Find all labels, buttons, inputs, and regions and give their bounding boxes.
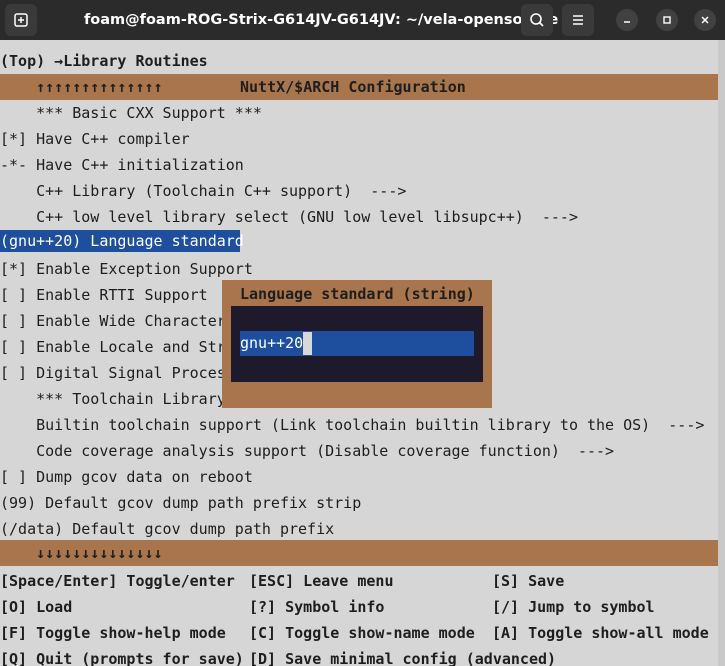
key-help: [D] Save minimal config (advanced) [249,650,557,666]
key-help: [Q] Quit (prompts for save) [0,650,244,666]
close-button[interactable] [694,9,716,31]
menu-item[interactable]: [ ] Digital Signal Proces [0,360,226,386]
menu-item[interactable]: -*- Have C++ initialization [0,152,244,178]
key-help: [A] Toggle show-all mode [492,624,709,642]
menu-item: *** Basic CXX Support *** [0,104,262,122]
dialog-title: Language standard (string) [240,285,475,303]
new-tab-icon [14,13,28,27]
menu-item[interactable]: [ ] Dump gcov data on reboot [0,464,253,490]
scrollbar[interactable] [718,40,725,666]
key-help: [F] Toggle show-help mode [0,624,226,642]
menu-item[interactable]: (99) Default gcov dump path prefix strip [0,490,361,516]
maximize-icon [663,16,671,24]
menu-item-selected[interactable]: (gnu++20) Language standard [0,228,244,254]
menu-item[interactable]: C++ Library (Toolchain C++ support) ---> [0,178,406,204]
dialog-input-value[interactable]: gnu++20 [240,331,303,356]
menu-item[interactable]: Code coverage analysis support (Disable … [0,438,614,464]
minimize-icon [624,21,630,23]
maximize-button[interactable] [656,9,678,31]
menu-item[interactable]: (/data) Default gcov dump path prefix [0,516,334,542]
scroll-up-indicator: ↑↑↑↑↑↑↑↑↑↑↑↑↑↑ [36,78,163,96]
text-cursor [303,332,312,355]
menu-item[interactable]: [ ] Enable Wide Character [0,308,226,334]
menu-item[interactable]: [ ] Enable RTTI Support [0,282,208,308]
window-title: foam@foam-ROG-Strix-G614JV-G614JV: ~/vel… [84,12,559,28]
key-help: [Space/Enter] Toggle/enter [0,572,235,590]
key-help: [?] Symbol info [249,598,385,616]
menu-item[interactable]: C++ low level library select (GNU low le… [0,204,578,230]
window-titlebar: foam@foam-ROG-Strix-G614JV-G614JV: ~/vel… [0,0,725,40]
hamburger-menu-icon [573,15,583,25]
close-icon [701,16,709,24]
key-help: [O] Load [0,598,73,616]
search-icon [530,13,544,27]
menu-button[interactable] [562,4,594,36]
key-help: [/] Jump to symbol [492,598,655,616]
breadcrumb: (Top) →Library Routines [0,52,208,70]
menu-item[interactable]: [ ] Enable Locale and Str [0,334,226,360]
scroll-down-indicator: ↓↓↓↓↓↓↓↓↓↓↓↓↓↓ [36,544,163,562]
key-help: [S] Save [492,572,565,590]
key-help: [ESC] Leave menu [249,572,394,590]
config-title: NuttX/$ARCH Configuration [240,78,466,96]
menu-item: *** Toolchain Library [0,390,226,408]
search-button[interactable] [521,4,553,36]
new-tab-button[interactable] [5,4,37,36]
menu-item[interactable]: [*] Have C++ compiler [0,126,190,152]
key-help: [C] Toggle show-name mode [249,624,475,642]
minimize-button[interactable] [616,9,638,31]
menu-item[interactable]: [*] Enable Exception Support [0,256,253,282]
menu-item[interactable]: Builtin toolchain support (Link toolchai… [0,412,704,438]
